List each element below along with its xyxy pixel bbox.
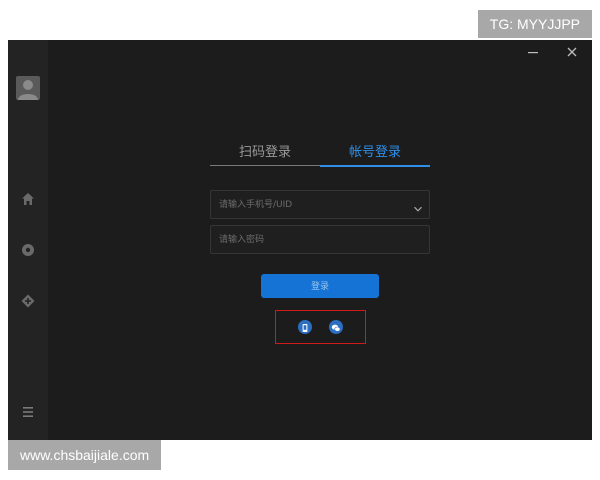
add-plugin-icon [21,294,35,308]
alt-login-box [275,310,366,344]
sidebar-item-home[interactable] [20,191,36,207]
account-input[interactable] [211,191,409,218]
app-window: 扫码登录 帐号登录 登录 [8,40,592,440]
tg-contact-label: TG: MYYJJPP [477,10,592,38]
site-url-label: www.chsbaijiale.com [8,440,162,470]
avatar-icon [18,80,38,100]
compass-icon [22,244,34,256]
password-field [210,225,430,254]
login-button[interactable]: 登录 [261,274,379,298]
sidebar [8,40,48,440]
sidebar-item-plugins[interactable] [20,293,36,309]
menu-icon [23,407,33,417]
tab-account-login[interactable]: 帐号登录 [320,143,430,167]
account-dropdown[interactable] [413,199,423,212]
login-tabs: 扫码登录 帐号登录 [210,143,430,167]
password-input[interactable] [211,226,409,253]
wechat-icon [331,324,341,332]
tab-qr-login[interactable]: 扫码登录 [210,143,320,166]
close-button[interactable] [565,44,579,58]
avatar[interactable] [16,76,40,100]
minimize-icon [528,52,538,54]
phone-login-button[interactable] [298,320,312,334]
wechat-login-button[interactable] [329,320,343,334]
close-icon [567,47,577,57]
minimize-button[interactable] [526,44,540,58]
sidebar-menu-button[interactable] [20,404,36,420]
phone-icon [302,324,308,332]
account-field [210,190,430,219]
home-icon [22,193,34,205]
chevron-down-icon [414,206,422,212]
sidebar-item-discover[interactable] [20,242,36,258]
